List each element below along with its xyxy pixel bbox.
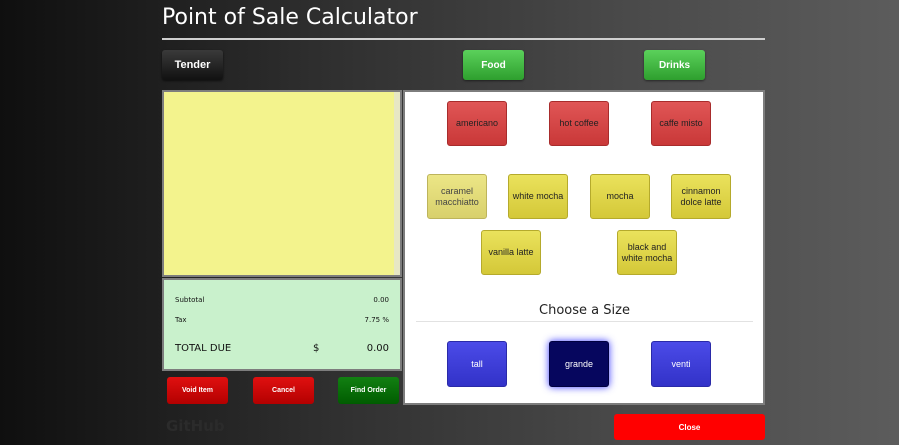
item-mocha-button[interactable]: mocha <box>590 174 650 219</box>
close-button[interactable]: Close <box>614 414 765 440</box>
order-list[interactable] <box>162 90 402 277</box>
void-item-button[interactable]: Void Item <box>167 377 228 404</box>
total-due-label: TOTAL DUE <box>175 343 232 354</box>
size-tall-button[interactable]: tall <box>447 341 507 387</box>
total-due-value: 0.00 <box>366 343 389 354</box>
item-caramel-macchiatto-button[interactable]: caramel macchiatto <box>427 174 487 219</box>
item-caffe-misto-button[interactable]: caffe misto <box>651 101 711 146</box>
item-white-mocha-button[interactable]: white mocha <box>508 174 568 219</box>
size-heading: Choose a Size <box>539 303 630 318</box>
subtotal-label: Subtotal <box>175 296 205 304</box>
page-title: Point of Sale Calculator <box>162 5 418 30</box>
github-link[interactable]: GitHub <box>166 417 225 435</box>
subtotal-value: 0.00 <box>373 296 389 304</box>
item-vanilla-latte-button[interactable]: vanilla latte <box>481 230 541 275</box>
title-divider <box>162 38 765 40</box>
size-divider <box>416 321 753 322</box>
size-grande-button[interactable]: grande <box>549 341 609 387</box>
tax-value: 7.75 % <box>364 316 389 324</box>
size-venti-button[interactable]: venti <box>651 341 711 387</box>
item-americano-button[interactable]: americano <box>447 101 507 146</box>
cancel-button[interactable]: Cancel <box>253 377 314 404</box>
item-cinnamon-dolce-latte-button[interactable]: cinnamon dolce latte <box>671 174 731 219</box>
totals-panel: Subtotal 0.00 Tax 7.75 % TOTAL DUE $ 0.0… <box>162 278 402 371</box>
drinks-button[interactable]: Drinks <box>644 50 705 80</box>
total-currency: $ <box>313 343 320 354</box>
order-list-scrollbar[interactable] <box>394 92 400 275</box>
tender-button[interactable]: Tender <box>162 50 223 80</box>
tax-label: Tax <box>175 316 187 324</box>
item-black-and-white-mocha-button[interactable]: black and white mocha <box>617 230 677 275</box>
item-hot-coffee-button[interactable]: hot coffee <box>549 101 609 146</box>
food-button[interactable]: Food <box>463 50 524 80</box>
find-order-button[interactable]: Find Order <box>338 377 399 404</box>
